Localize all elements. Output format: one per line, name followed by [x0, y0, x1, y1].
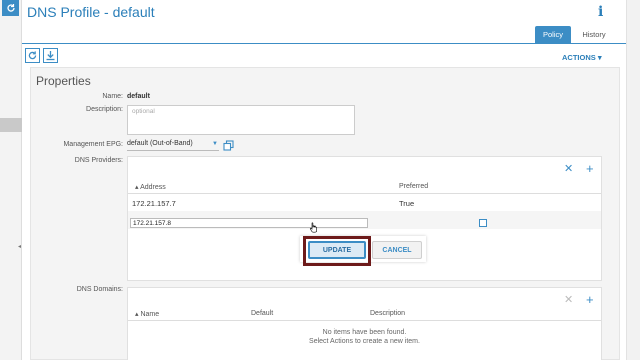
- download-icon: [46, 51, 55, 61]
- empty-hint: Select Actions to create a new item.: [309, 338, 420, 345]
- close-icon[interactable]: ✕: [564, 162, 573, 175]
- info-icon[interactable]: i: [598, 4, 603, 20]
- header-divider: [128, 193, 601, 194]
- epg-select[interactable]: default (Out-of-Band) ▼: [127, 140, 219, 151]
- dns-providers-table: ✕ + ▴ Address Preferred 172.21.157.7 Tru…: [127, 156, 602, 281]
- epg-value: default (Out-of-Band): [127, 140, 193, 147]
- column-header-name[interactable]: ▴ Name: [135, 310, 159, 318]
- actions-menu[interactable]: ACTIONS ▾: [562, 53, 602, 62]
- epg-label: Management EPG:: [63, 141, 123, 148]
- scrollbar[interactable]: [626, 0, 640, 360]
- empty-message: No items have been found.: [322, 329, 407, 336]
- column-header-address[interactable]: ▴ Address: [135, 183, 166, 191]
- tab-policy[interactable]: Policy: [535, 26, 571, 43]
- header-divider: [128, 320, 601, 321]
- dns-providers-label: DNS Providers:: [74, 157, 123, 164]
- column-header-preferred[interactable]: Preferred: [399, 183, 428, 190]
- download-button[interactable]: [43, 48, 58, 63]
- preferred-checkbox[interactable]: [479, 219, 487, 227]
- dns-domains-table: ✕ + ▴ Name Default Description No items …: [127, 287, 602, 360]
- properties-section: Properties Name: default Description: op…: [30, 67, 620, 360]
- highlight-box: [303, 236, 371, 266]
- open-epg-icon[interactable]: [223, 140, 234, 151]
- nav-selected-marker: [0, 118, 22, 132]
- section-title: Properties: [36, 74, 91, 88]
- description-label: Description:: [86, 106, 123, 113]
- name-value: default: [127, 93, 150, 100]
- tab-history[interactable]: History: [576, 26, 612, 43]
- row-address: 172.21.157.7: [132, 199, 176, 208]
- row-preferred: True: [399, 199, 415, 208]
- collapse-arrow-icon[interactable]: ◂: [18, 243, 21, 250]
- address-input[interactable]: [130, 218, 368, 228]
- chevron-down-icon: ▼: [212, 141, 218, 147]
- nav-refresh-icon[interactable]: [2, 0, 19, 16]
- column-header-description[interactable]: Description: [370, 310, 405, 317]
- dns-domains-label: DNS Domains:: [76, 286, 123, 293]
- page-title: DNS Profile - default: [27, 4, 155, 20]
- main-panel: DNS Profile - default i Policy History A…: [22, 0, 626, 360]
- add-icon[interactable]: +: [586, 161, 594, 176]
- refresh-button[interactable]: [25, 48, 40, 63]
- name-label: Name:: [102, 93, 123, 100]
- close-icon: ✕: [564, 294, 574, 306]
- column-header-default[interactable]: Default: [251, 310, 273, 317]
- left-nav-strip: ◂: [0, 0, 22, 360]
- cancel-button[interactable]: CANCEL: [372, 241, 422, 259]
- description-field[interactable]: optional: [127, 105, 355, 135]
- mouse-pointer-icon: [309, 222, 317, 233]
- tab-divider: [22, 43, 626, 44]
- add-icon[interactable]: +: [586, 292, 594, 307]
- refresh-icon: [28, 51, 37, 60]
